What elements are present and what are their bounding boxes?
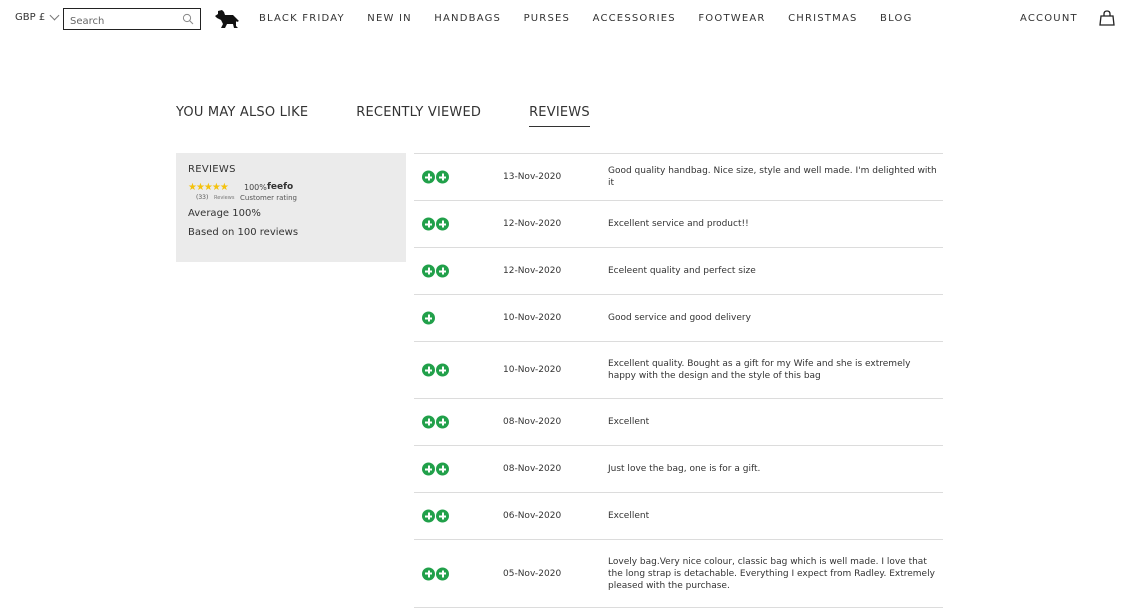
feefo-percent: 100% <box>244 183 267 192</box>
review-date: 08-Nov-2020 <box>503 464 562 474</box>
review-row: 08-Nov-2020 Excellent <box>414 399 943 446</box>
nav-purses[interactable]: PURSES <box>524 13 571 24</box>
review-date: 06-Nov-2020 <box>503 511 562 521</box>
review-rating <box>422 509 449 523</box>
plus-circle-icon <box>422 170 435 184</box>
product-tabs: YOU MAY ALSO LIKE RECENTLY VIEWED REVIEW… <box>176 105 638 127</box>
search-input[interactable] <box>70 12 180 31</box>
shopping-bag-icon[interactable] <box>1099 10 1115 26</box>
plus-circle-icon <box>422 217 435 231</box>
review-rating <box>422 415 449 429</box>
plus-circle-icon <box>436 264 449 278</box>
plus-circle-icon <box>422 264 435 278</box>
tab-you-may-also-like[interactable]: YOU MAY ALSO LIKE <box>176 105 308 127</box>
plus-circle-icon <box>436 170 449 184</box>
tab-reviews[interactable]: REVIEWS <box>529 105 590 127</box>
feefo-customer-rating: Customer rating <box>240 194 297 202</box>
review-date: 10-Nov-2020 <box>503 365 562 375</box>
feefo-badge[interactable]: ★★★★★ 100% feefo (33) Reviews Customer r… <box>188 182 394 204</box>
plus-circle-icon <box>422 462 435 476</box>
average-rating: Average 100% <box>188 208 261 219</box>
site-header: GBP £ BLACK FRIDAY NEW IN HANDBAGS PURSE… <box>0 0 1137 38</box>
chevron-down-icon <box>49 10 60 21</box>
review-text: Excellent quality. Bought as a gift for … <box>608 359 911 381</box>
plus-circle-icon <box>422 415 435 429</box>
review-rating <box>422 567 449 580</box>
nav-blog[interactable]: BLOG <box>880 13 913 24</box>
review-row: 06-Nov-2020 Excellent <box>414 493 943 540</box>
review-text: Good service and good delivery <box>608 313 751 323</box>
search-box <box>63 8 201 31</box>
review-date: 12-Nov-2020 <box>503 266 562 276</box>
review-date: 08-Nov-2020 <box>503 417 562 427</box>
review-rating <box>422 462 449 476</box>
review-row: 05-Nov-2020 Lovely bag.Very nice colour,… <box>414 540 943 608</box>
plus-circle-icon <box>422 311 435 325</box>
currency-selector[interactable]: GBP £ <box>15 10 60 23</box>
feefo-logo: feefo <box>267 182 294 192</box>
review-row: 12-Nov-2020 Eceleent quality and perfect… <box>414 248 943 295</box>
plus-circle-icon <box>436 462 449 476</box>
currency-label: GBP £ <box>15 12 46 23</box>
reviews-table: 13-Nov-2020 Good quality handbag. Nice s… <box>414 153 943 608</box>
review-rating <box>422 170 449 184</box>
nav-christmas[interactable]: CHRISTMAS <box>788 13 857 24</box>
nav-black-friday[interactable]: BLACK FRIDAY <box>259 13 345 24</box>
reviews-summary-panel: REVIEWS ★★★★★ 100% feefo (33) Reviews Cu… <box>176 153 406 262</box>
review-date: 05-Nov-2020 <box>503 568 562 579</box>
plus-circle-icon <box>436 415 449 429</box>
account-link[interactable]: ACCOUNT <box>1020 13 1078 24</box>
review-row: 10-Nov-2020 Good service and good delive… <box>414 295 943 342</box>
reviews-summary-title: REVIEWS <box>188 164 236 175</box>
review-row: 08-Nov-2020 Just love the bag, one is fo… <box>414 446 943 493</box>
based-on-count: Based on 100 reviews <box>188 227 299 238</box>
main-nav: BLACK FRIDAY NEW IN HANDBAGS PURSES ACCE… <box>259 13 935 24</box>
review-date: 10-Nov-2020 <box>503 313 562 323</box>
plus-circle-icon <box>436 363 449 377</box>
nav-handbags[interactable]: HANDBAGS <box>434 13 501 24</box>
plus-circle-icon <box>436 509 449 523</box>
plus-circle-icon <box>422 363 435 377</box>
review-date: 13-Nov-2020 <box>503 172 562 182</box>
feefo-review-count: (33) <box>196 194 209 201</box>
review-date: 12-Nov-2020 <box>503 219 562 229</box>
plus-circle-icon <box>436 567 449 580</box>
nav-new-in[interactable]: NEW IN <box>367 13 412 24</box>
review-text: Excellent <box>608 417 650 427</box>
review-text: Excellent <box>608 511 650 521</box>
plus-circle-icon <box>436 217 449 231</box>
review-row: 13-Nov-2020 Good quality handbag. Nice s… <box>414 154 943 201</box>
tab-recently-viewed[interactable]: RECENTLY VIEWED <box>356 105 481 127</box>
scottie-dog-logo-icon[interactable] <box>214 9 240 29</box>
review-text: Eceleent quality and perfect size <box>608 266 756 276</box>
plus-circle-icon <box>422 567 435 580</box>
review-rating <box>422 311 435 325</box>
review-text: Just love the bag, one is for a gift. <box>608 464 761 474</box>
feefo-reviews-word: Reviews <box>214 195 235 201</box>
search-icon[interactable] <box>182 13 194 25</box>
rating-stars-icon: ★★★★★ <box>188 182 229 193</box>
review-rating <box>422 264 449 278</box>
review-text: Good quality handbag. Nice size, style a… <box>608 166 937 188</box>
nav-footwear[interactable]: FOOTWEAR <box>698 13 765 24</box>
plus-circle-icon <box>422 509 435 523</box>
review-text: Lovely bag.Very nice colour, classic bag… <box>608 556 935 591</box>
review-rating <box>422 363 449 377</box>
nav-accessories[interactable]: ACCESSORIES <box>593 13 676 24</box>
review-row: 12-Nov-2020 Excellent service and produc… <box>414 201 943 248</box>
review-row: 10-Nov-2020 Excellent quality. Bought as… <box>414 342 943 399</box>
review-text: Excellent service and product!! <box>608 219 749 229</box>
review-rating <box>422 217 449 231</box>
